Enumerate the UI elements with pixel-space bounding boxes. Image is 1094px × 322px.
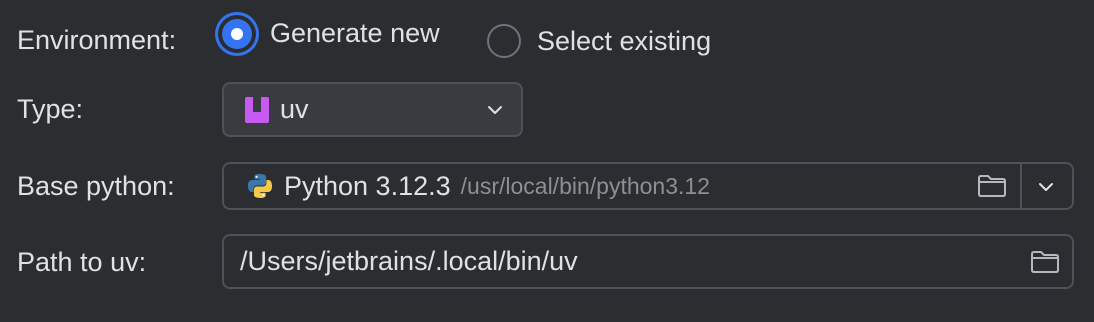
- path-to-uv-value[interactable]: /Users/jetbrains/.local/bin/uv: [240, 246, 578, 277]
- select-existing-radio[interactable]: Select existing: [487, 24, 711, 58]
- python-icon: [246, 172, 274, 200]
- uv-icon: [244, 96, 270, 124]
- folder-icon[interactable]: [1030, 250, 1060, 274]
- select-existing-label[interactable]: Select existing: [537, 26, 711, 57]
- combo-divider: [1020, 164, 1022, 208]
- type-value: uv: [280, 94, 309, 124]
- base-python-label: Base python:: [17, 171, 175, 201]
- base-python-combobox[interactable]: Python 3.12.3 /usr/local/bin/python3.12: [222, 162, 1074, 210]
- folder-icon[interactable]: [977, 174, 1007, 198]
- path-to-uv-field[interactable]: /Users/jetbrains/.local/bin/uv: [222, 234, 1074, 289]
- path-to-uv-label: Path to uv:: [17, 247, 147, 277]
- type-label: Type:: [17, 94, 84, 124]
- python-path: /usr/local/bin/python3.12: [460, 172, 710, 199]
- chevron-down-icon[interactable]: [486, 101, 504, 119]
- radio-selected-icon[interactable]: [222, 18, 252, 49]
- generate-new-radio[interactable]: Generate new: [222, 18, 440, 49]
- environment-label: Environment:: [17, 25, 177, 55]
- type-combobox[interactable]: uv: [222, 82, 523, 137]
- chevron-down-icon[interactable]: [1037, 178, 1055, 196]
- python-version: Python 3.12.3: [284, 170, 451, 201]
- radio-unselected-icon[interactable]: [487, 24, 521, 58]
- generate-new-label[interactable]: Generate new: [270, 18, 440, 49]
